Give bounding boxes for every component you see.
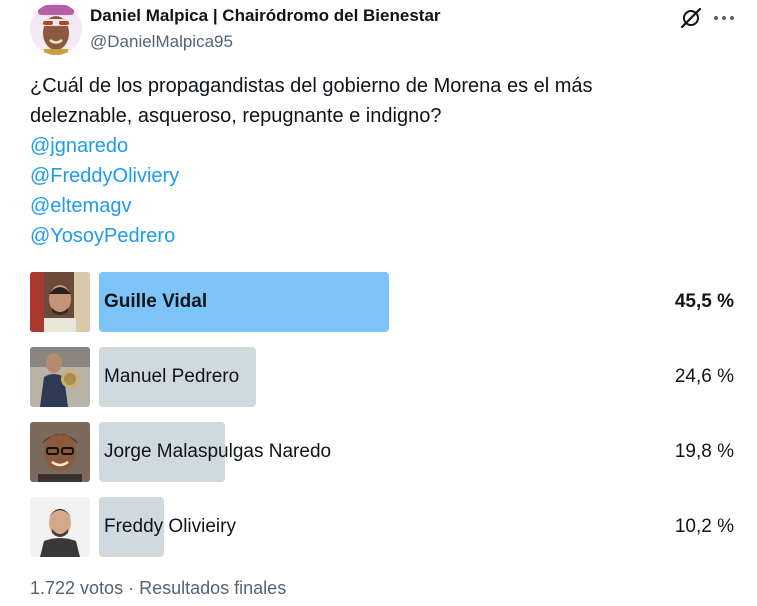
option-photo (30, 272, 90, 332)
poll-option: Manuel Pedrero 24,6 % (30, 347, 734, 407)
option-percent: 19,8 % (674, 441, 734, 462)
poll-option: Guille Vidal 45,5 % (30, 272, 734, 332)
poll-footer: 1.722 votos · Resultados finales (30, 578, 286, 599)
mention-link[interactable]: @jgnaredo (30, 131, 730, 161)
option-percent: 45,5 % (674, 291, 734, 312)
more-icon[interactable] (712, 6, 736, 30)
tweet-text: ¿Cuál de los propagandistas del gobierno… (30, 71, 730, 251)
mention-link[interactable]: @YosoyPedrero (30, 221, 730, 251)
footer-separator: · (128, 578, 135, 598)
poll-option: Jorge Malaspulgas Naredo 19,8 % (30, 422, 734, 482)
mention-link[interactable]: @eltemagv (30, 191, 730, 221)
vote-count: 1.722 votos (30, 578, 124, 598)
option-photo (30, 497, 90, 557)
option-photo (30, 422, 90, 482)
option-label: Guille Vidal (104, 291, 208, 312)
author-handle[interactable]: @DanielMalpica95 (90, 32, 233, 52)
tweet-text-line: ¿Cuál de los propagandistas del gobierno… (30, 75, 593, 97)
option-label: Jorge Malaspulgas Naredo (104, 441, 332, 462)
author-avatar[interactable] (30, 3, 82, 55)
author-name[interactable]: Daniel Malpica | Chairódromo del Bienest… (90, 6, 441, 26)
option-label: Manuel Pedrero (104, 366, 240, 387)
poll-option: Freddy Olivieiry 10,2 % (30, 497, 734, 557)
tweet-text-line: deleznable, asqueroso, repugnante e indi… (30, 105, 442, 127)
option-percent: 10,2 % (674, 516, 734, 537)
grok-icon[interactable] (679, 6, 703, 30)
option-photo (30, 347, 90, 407)
mention-link[interactable]: @FreddyOliviery (30, 161, 730, 191)
option-percent: 24,6 % (674, 366, 734, 387)
poll-status: Resultados finales (139, 578, 287, 598)
option-label: Freddy Olivieiry (104, 516, 236, 537)
